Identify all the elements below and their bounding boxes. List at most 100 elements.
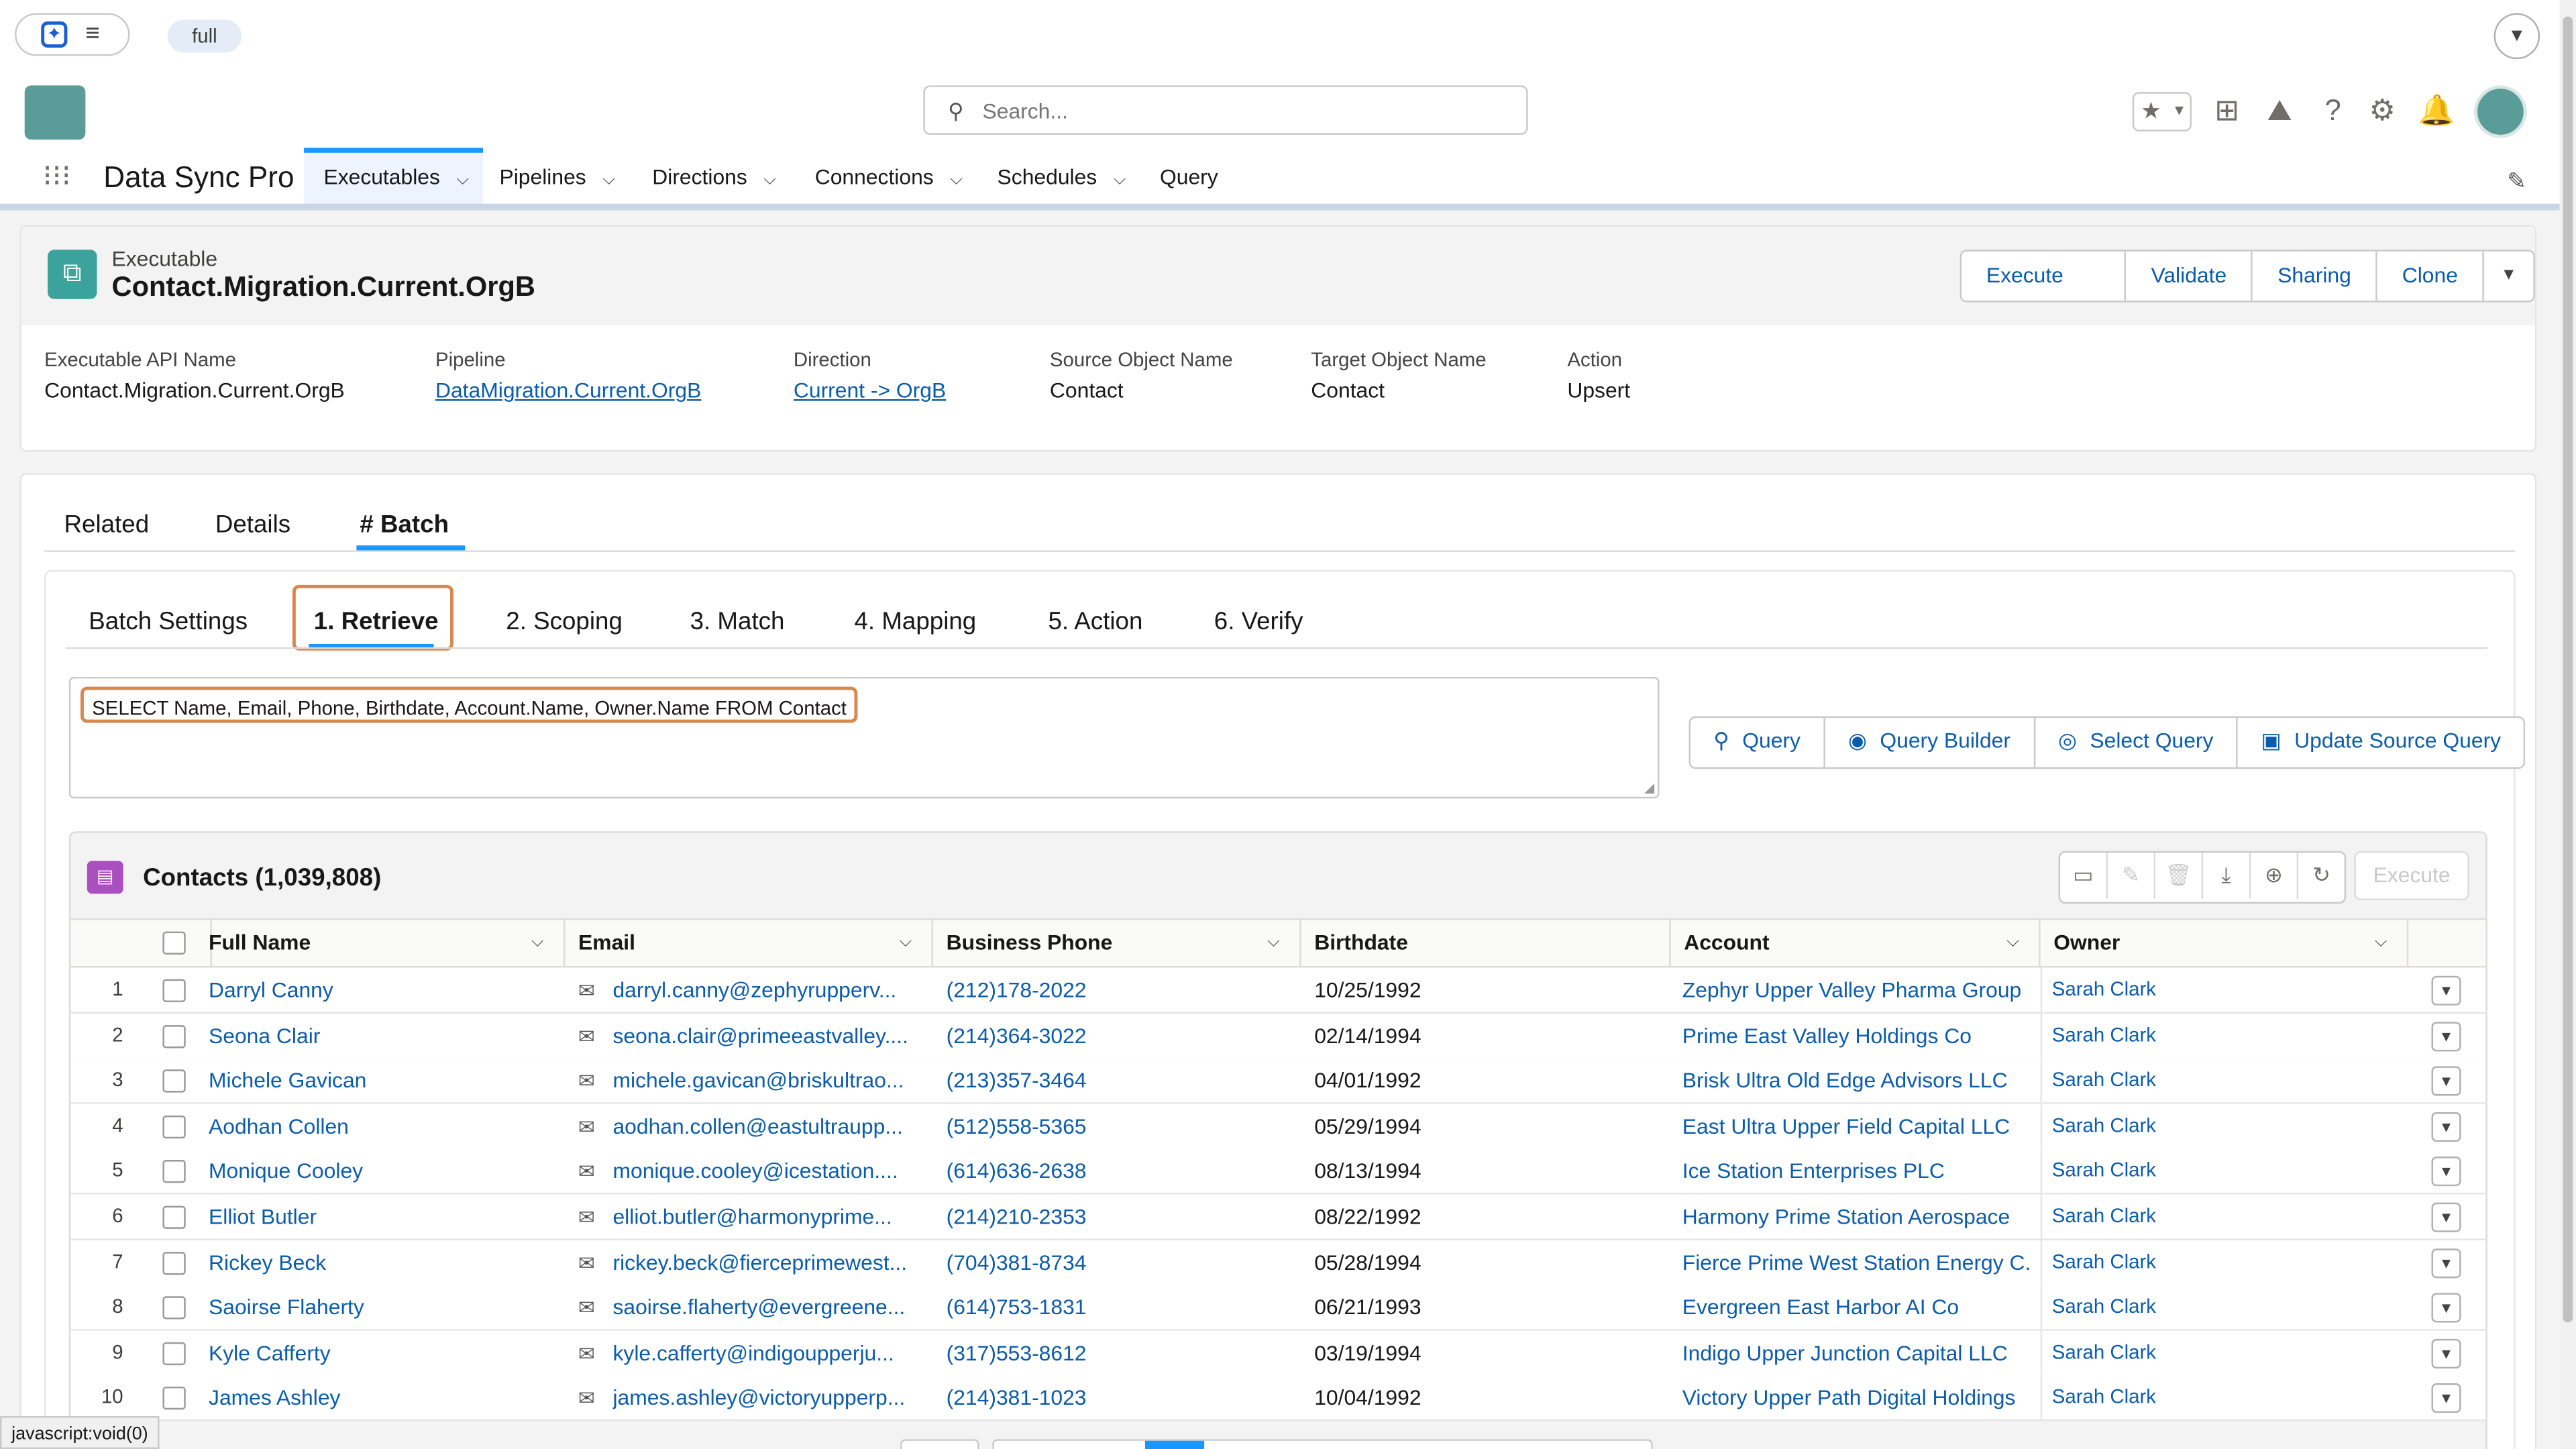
clone-button[interactable]: Clone [2377,251,2485,301]
email-link[interactable]: aodhan.collen@eastultraupp... [612,1104,921,1148]
table-row[interactable]: 10 James Ashley ✉ james.ashley@victoryupper… [70,1375,2486,1422]
column-header-full-name[interactable]: Full Name ⌵ [195,920,566,967]
contact-name-link[interactable]: James Ashley [209,1376,553,1420]
tab-details[interactable]: Details [215,511,290,539]
execute-button[interactable]: Execute [2354,851,2469,901]
chevron-down-icon[interactable]: ⌵ [2006,920,2019,966]
account-link[interactable]: Victory Upper Path Digital Holdings [1682,1376,2031,1420]
account-link[interactable]: Prime East Valley Holdings Co [1682,1013,2031,1057]
phone-link[interactable]: (213)357-3464 [947,1059,1291,1103]
table-row[interactable]: 4 Aodhan Collen ✉ aodhan.collen@eastultraup… [70,1104,2486,1150]
owner-link[interactable]: Sarah Clark [2052,1330,2381,1375]
nav-schedules[interactable]: Schedules ⌵ [998,164,1126,189]
nav-connections[interactable]: Connections ⌵ [815,164,963,189]
nav-directions[interactable]: Directions ⌵ [652,164,776,189]
row-checkbox[interactable] [162,1205,186,1229]
row-checkbox[interactable] [162,1024,186,1048]
more-actions-button[interactable]: ▼ [2484,252,2533,301]
owner-link[interactable]: Sarah Clark [2052,1104,2381,1148]
account-link[interactable]: Zephyr Upper Valley Pharma Group [1682,967,2031,1012]
download-icon[interactable]: ⤓ [2203,853,2251,899]
nav-executables[interactable]: Executables ⌵ [323,164,469,189]
owner-link[interactable]: Sarah Clark [2052,1376,2381,1420]
trailhead-icon[interactable]: ⛰ [2267,94,2292,128]
account-link[interactable]: Harmony Prime Station Aerospace [1682,1194,2031,1238]
phone-link[interactable]: (317)553-8612 [947,1330,1291,1375]
table-row[interactable]: 5 Monique Cooley ✉ monique.cooley@icestatio… [70,1148,2486,1195]
owner-link[interactable]: Sarah Clark [2052,1285,2381,1330]
account-link[interactable]: Evergreen East Harbor AI Co [1682,1285,2031,1330]
table-row[interactable]: 6 Elliot Butler ✉ elliot.butler@harmonyprim… [70,1194,2486,1240]
sharing-button[interactable]: Sharing [2253,251,2378,301]
email-link[interactable]: seona.clair@primeeastvalley.... [612,1013,921,1057]
tab-verify[interactable]: 6. Verify [1214,608,1303,636]
tab-related[interactable]: Related [64,511,150,539]
phone-link[interactable]: (512)558-5365 [947,1104,1291,1148]
owner-link[interactable]: Sarah Clark [2052,1059,2381,1103]
table-row[interactable]: 2 Seona Clair ✉ seona.clair@primeeastvalley… [70,1013,2486,1059]
chevron-down-icon[interactable]: ⌵ [1267,920,1280,966]
row-actions-chevron-icon[interactable]: ▼ [2431,1157,2461,1187]
owner-link[interactable]: Sarah Clark [2052,1194,2381,1238]
owner-link[interactable]: Sarah Clark [2052,967,2381,1012]
chevron-down-icon[interactable]: ▼ [2493,13,2540,60]
scrollbar-thumb[interactable] [2563,16,2573,1323]
row-actions-chevron-icon[interactable]: ▼ [2431,1066,2461,1096]
search-input[interactable]: ⚲ Search... [923,85,1528,135]
table-row[interactable]: 3 Michele Gavican ✉ michele.gavican@briskul… [70,1058,2486,1105]
owner-link[interactable]: Sarah Clark [2052,1149,2381,1193]
select-query-button[interactable]: ◎ Select Query [2035,718,2239,767]
phone-link[interactable]: (704)381-8734 [947,1240,1291,1284]
tab-mapping[interactable]: 4. Mapping [854,608,976,636]
chevron-down-icon[interactable]: ⌵ [602,171,615,189]
table-row[interactable]: 1 Darryl Canny ✉ darryl.canny@zephyrupperv.… [70,967,2486,1014]
contact-name-link[interactable]: Saoirse Flaherty [209,1285,553,1330]
owner-link[interactable]: Sarah Clark [2052,1013,2381,1057]
add-icon[interactable]: ⊞ [2214,94,2239,128]
pagination-pages[interactable] [992,1439,1653,1449]
row-actions-chevron-icon[interactable]: ▼ [2431,1021,2461,1051]
contact-name-link[interactable]: Monique Cooley [209,1149,553,1193]
table-row[interactable]: 7 Rickey Beck ✉ rickey.beck@fierceprimewest… [70,1240,2486,1286]
gear-icon[interactable]: ⚙ [2369,94,2396,128]
pagination-button[interactable] [900,1439,979,1449]
chevron-down-icon[interactable]: ⌵ [1114,171,1126,189]
resize-handle-icon[interactable]: ◢ [1644,780,1654,795]
tab-action[interactable]: 5. Action [1048,608,1142,636]
favorites-button[interactable]: ★ ▼ [2132,92,2192,131]
account-link[interactable]: East Ultra Upper Field Capital LLC [1682,1104,2031,1148]
row-actions-chevron-icon[interactable]: ▼ [2431,1338,2461,1368]
email-link[interactable]: rickey.beck@fierceprimewest... [612,1240,921,1284]
column-header-owner[interactable]: Owner ⌵ [2041,920,2409,967]
email-link[interactable]: james.ashley@victoryupperp... [612,1376,921,1420]
execute-batch-button[interactable]: Execute Batch [1962,251,2127,301]
row-checkbox[interactable] [162,1251,186,1275]
chevron-down-icon[interactable]: ⌵ [950,171,963,189]
account-link[interactable]: Ice Station Enterprises PLC [1682,1149,2031,1193]
contact-name-link[interactable]: Michele Gavican [209,1059,553,1103]
contact-name-link[interactable]: Elliot Butler [209,1194,553,1238]
query-button[interactable]: ⚲ Query [1690,718,1825,767]
account-link[interactable]: Indigo Upper Junction Capital LLC [1682,1330,2031,1375]
row-checkbox[interactable] [162,1069,186,1093]
chevron-down-icon[interactable]: ⌵ [763,171,776,189]
account-link[interactable]: Brisk Ultra Old Edge Advisors LLC [1682,1059,2031,1103]
row-checkbox[interactable] [162,1387,186,1411]
email-link[interactable]: elliot.butler@harmonyprime... [612,1194,921,1238]
row-actions-chevron-icon[interactable]: ▼ [2431,975,2461,1006]
edit-icon[interactable]: ✎ [2108,853,2156,899]
edit-nav-icon[interactable]: ✎ [2507,168,2526,196]
chevron-down-icon[interactable]: ⌵ [456,171,469,189]
owner-link[interactable]: Sarah Clark [2052,1240,2381,1284]
row-actions-chevron-icon[interactable]: ▼ [2431,1293,2461,1323]
row-actions-chevron-icon[interactable]: ▼ [2431,1248,2461,1278]
phone-link[interactable]: (212)178-2022 [947,967,1291,1012]
tab-scoping[interactable]: 2. Scoping [506,608,623,636]
email-link[interactable]: kyle.cafferty@indigoupperju... [612,1330,921,1375]
app-launcher-icon[interactable]: ⁝⁝⁝ [43,158,79,194]
tab-match[interactable]: 3. Match [690,608,785,636]
table-row[interactable]: 8 Saoirse Flaherty ✉ saoirse.flaherty@everg… [70,1285,2486,1332]
tab-batch[interactable]: # Batch [360,511,449,539]
contact-name-link[interactable]: Rickey Beck [209,1240,553,1284]
contact-name-link[interactable]: Seona Clair [209,1013,553,1057]
